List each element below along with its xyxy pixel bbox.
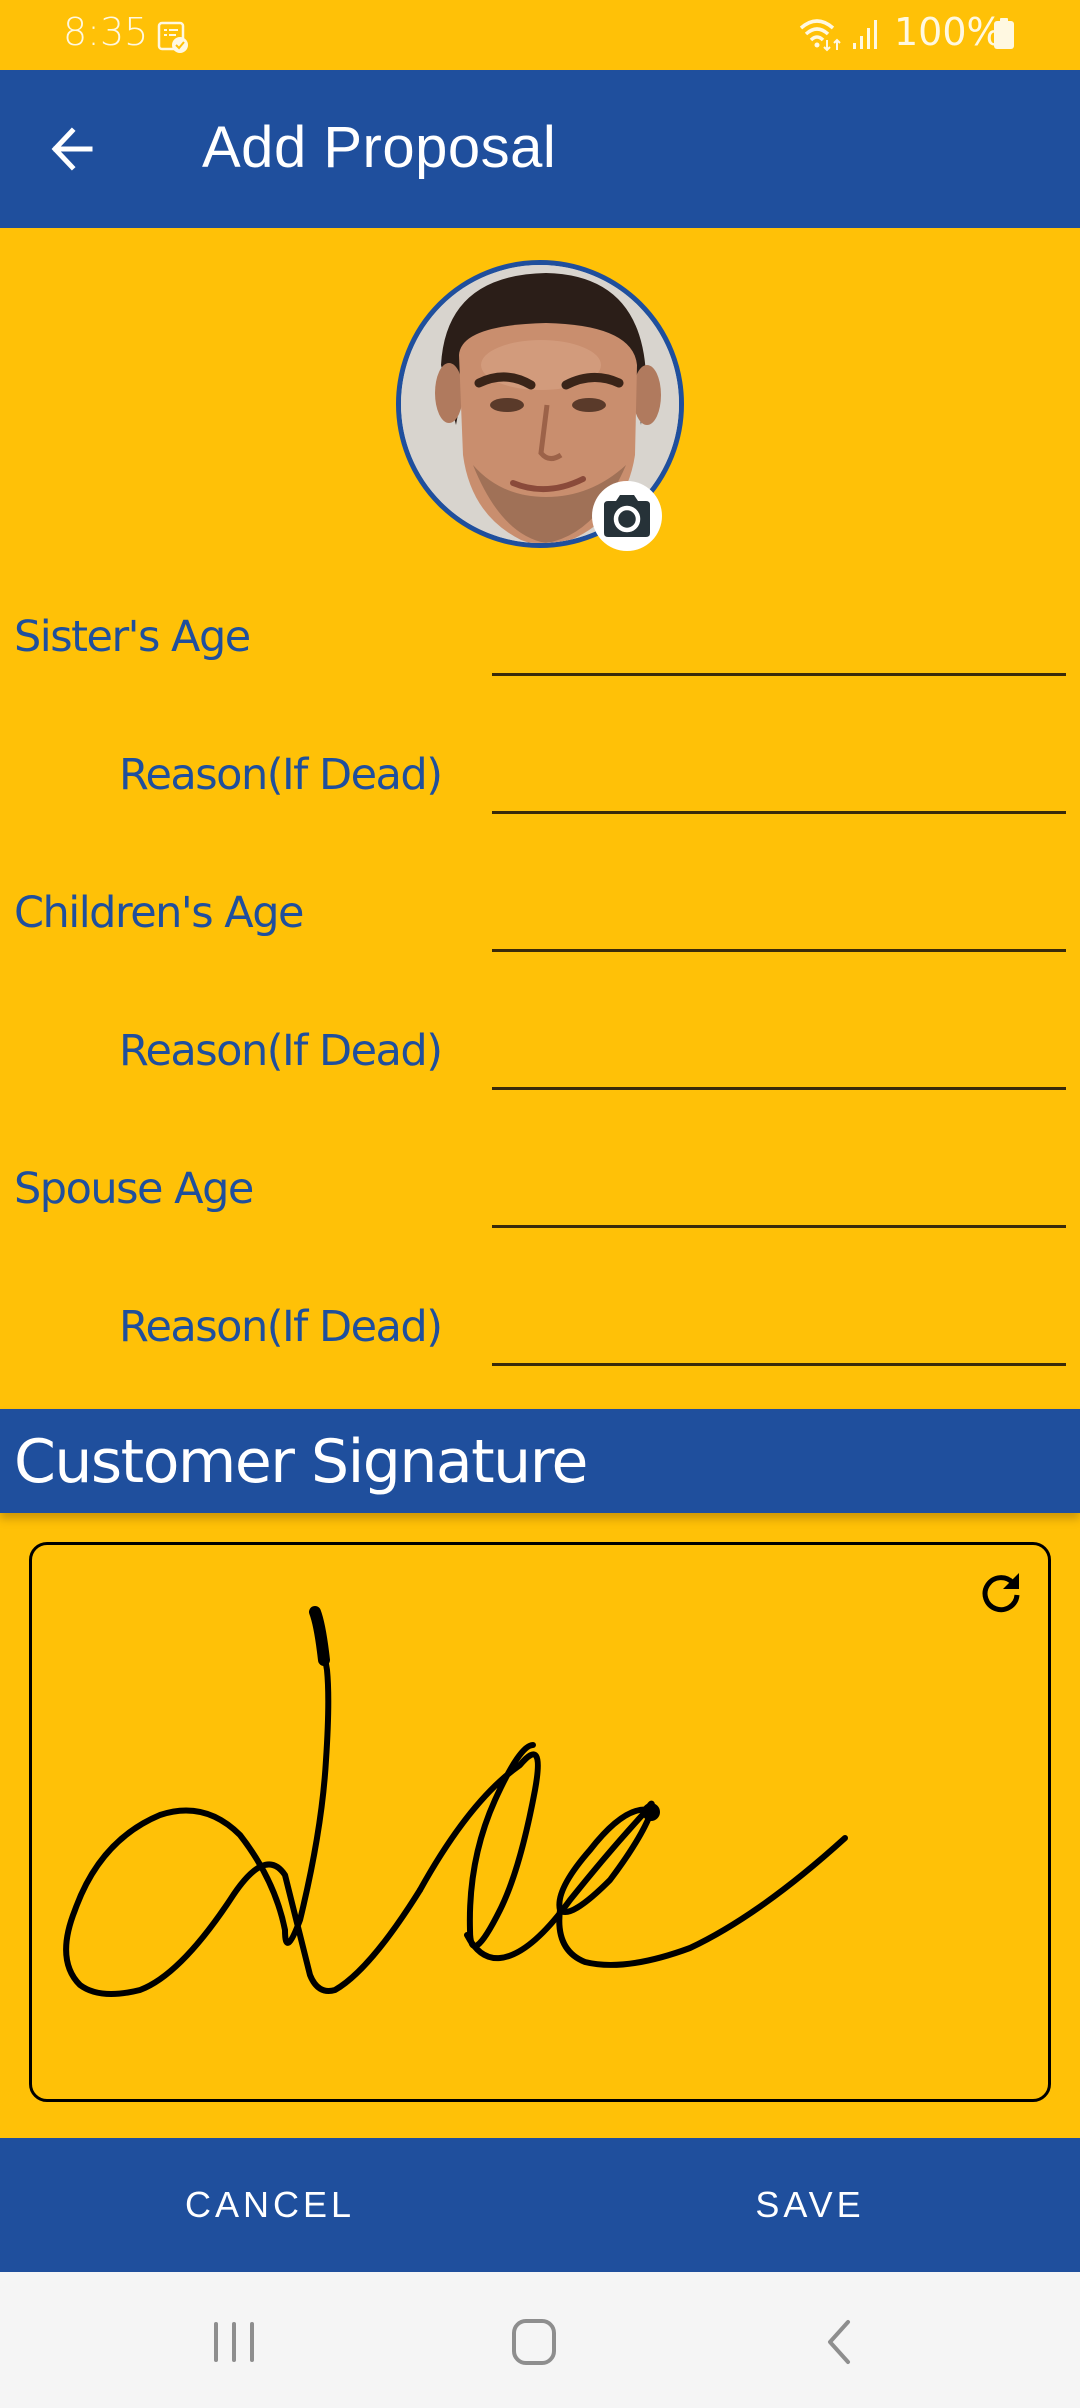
children-reason-input[interactable] bbox=[492, 1030, 1066, 1090]
battery-percentage: 100% bbox=[894, 10, 1003, 54]
wifi-icon bbox=[799, 19, 841, 52]
page-title: Add Proposal bbox=[202, 115, 557, 180]
children-reason-label: Reason(If Dead) bbox=[119, 1026, 443, 1076]
spouse-reason-label: Reason(If Dead) bbox=[119, 1302, 443, 1352]
childrens-age-label: Children's Age bbox=[14, 888, 304, 938]
status-time: 8:35 bbox=[63, 10, 149, 54]
signature-pad[interactable] bbox=[29, 1542, 1051, 2102]
cancel-button[interactable]: CANCEL bbox=[0, 2138, 540, 2272]
app-bar: Add Proposal bbox=[0, 70, 1080, 228]
back-icon[interactable] bbox=[808, 2312, 868, 2372]
home-icon[interactable] bbox=[504, 2312, 564, 2372]
change-photo-button[interactable] bbox=[592, 481, 662, 551]
note-check-icon bbox=[157, 21, 188, 53]
signal-icon bbox=[853, 20, 877, 49]
action-bar: CANCEL SAVE bbox=[0, 2138, 1080, 2272]
save-button[interactable]: SAVE bbox=[540, 2138, 1080, 2272]
battery-icon bbox=[994, 18, 1014, 49]
signature-section-header: Customer Signature bbox=[0, 1409, 1080, 1513]
sisters-age-label: Sister's Age bbox=[14, 612, 251, 662]
camera-icon bbox=[604, 495, 650, 537]
spouse-age-input[interactable] bbox=[492, 1168, 1066, 1228]
spouse-reason-input[interactable] bbox=[492, 1306, 1066, 1366]
recent-apps-icon[interactable] bbox=[204, 2312, 264, 2372]
system-nav-bar bbox=[0, 2272, 1080, 2408]
sisters-age-input[interactable] bbox=[492, 616, 1066, 676]
signature-title: Customer Signature bbox=[14, 1427, 588, 1497]
status-bar: 8:35 100% bbox=[0, 0, 1080, 70]
sister-reason-label: Reason(If Dead) bbox=[119, 750, 443, 800]
clear-signature-button[interactable] bbox=[973, 1563, 1029, 1619]
childrens-age-input[interactable] bbox=[492, 892, 1066, 952]
sister-reason-input[interactable] bbox=[492, 754, 1066, 814]
back-button[interactable] bbox=[40, 114, 110, 184]
refresh-icon bbox=[982, 1573, 1020, 1613]
profile-photo[interactable] bbox=[396, 260, 684, 551]
arrow-left-icon bbox=[51, 127, 93, 171]
spouse-age-label: Spouse Age bbox=[14, 1164, 254, 1214]
